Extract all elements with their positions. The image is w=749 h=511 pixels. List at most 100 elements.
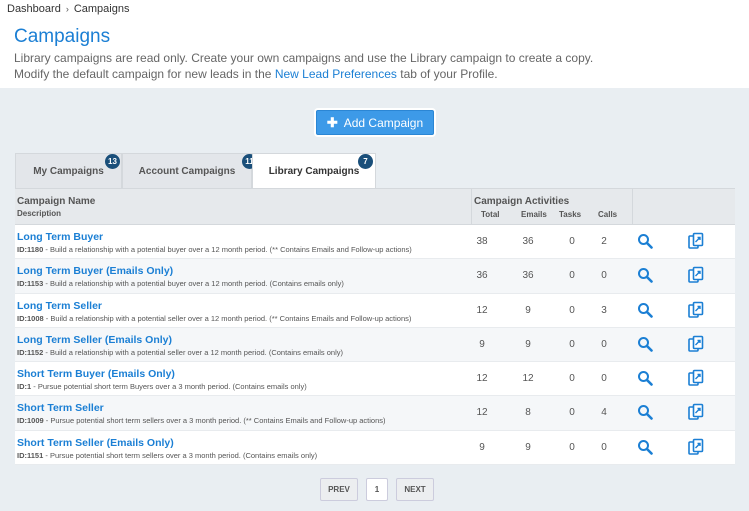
- column-header-name[interactable]: Campaign Name: [17, 196, 95, 207]
- campaign-name-link[interactable]: Short Term Seller (Emails Only): [17, 437, 174, 449]
- campaign-description-text: - Build a relationship with a potential …: [43, 313, 412, 323]
- table-body: Long Term Buyer ID:1180 - Build a relati…: [15, 225, 735, 466]
- campaign-description: ID:1 - Pursue potential short term Buyer…: [17, 382, 307, 391]
- plus-icon: ✚: [326, 114, 338, 130]
- campaign-name-link[interactable]: Long Term Seller: [17, 300, 102, 312]
- tasks-count: 0: [569, 338, 575, 350]
- total-count: 9: [479, 441, 485, 453]
- breadcrumb-separator: ›: [65, 4, 69, 14]
- column-header-calls: Calls: [598, 210, 618, 219]
- total-count: 36: [476, 270, 488, 282]
- search-icon[interactable]: [637, 370, 653, 386]
- search-icon[interactable]: [637, 267, 653, 284]
- page-title: Campaigns: [14, 26, 111, 47]
- description-line-2-start: Modify the default campaign for new lead…: [14, 67, 275, 81]
- total-count: 12: [476, 304, 488, 316]
- campaign-description: ID:1152 - Build a relationship with a po…: [17, 348, 343, 357]
- calls-count: 2: [601, 236, 607, 247]
- emails-count: 9: [525, 338, 531, 350]
- emails-count: 36: [522, 236, 534, 247]
- emails-count: 9: [525, 304, 531, 316]
- campaigns-table: Campaign Name Description Campaign Activ…: [15, 188, 735, 466]
- search-icon[interactable]: [637, 336, 653, 352]
- tasks-count: 0: [569, 270, 575, 282]
- copy-icon[interactable]: [687, 266, 705, 284]
- table-row: Long Term Seller (Emails Only) ID:1152 -…: [15, 327, 735, 363]
- campaign-description-text: - Pursue potential short term sellers ov…: [43, 450, 318, 460]
- breadcrumb-dashboard[interactable]: Dashboard: [7, 3, 61, 15]
- calls-count: 3: [601, 304, 607, 316]
- add-campaign-label: Add Campaign: [343, 115, 424, 130]
- campaign-description-text: - Build a relationship with a potential …: [43, 245, 412, 254]
- tasks-count: 0: [569, 441, 575, 453]
- tab-label: Account Campaigns: [138, 165, 236, 177]
- prev-page-button[interactable]: PREV: [320, 478, 358, 501]
- campaign-name-link[interactable]: Long Term Seller (Emails Only): [17, 334, 172, 346]
- search-icon[interactable]: [637, 404, 653, 421]
- search-icon[interactable]: [637, 439, 653, 455]
- campaign-description: ID:1180 - Build a relationship with a po…: [17, 245, 412, 254]
- tab-account-campaigns[interactable]: Account Campaigns 11: [122, 153, 257, 188]
- column-header-description: Description: [17, 209, 62, 218]
- tab-label: My Campaigns: [33, 165, 104, 177]
- campaign-name-link[interactable]: Long Term Buyer: [17, 231, 103, 243]
- tab-library-campaigns[interactable]: Library Campaigns 7: [252, 153, 376, 188]
- copy-icon[interactable]: [687, 232, 705, 250]
- copy-icon[interactable]: [687, 301, 705, 319]
- table-header: Campaign Name Description Campaign Activ…: [15, 189, 735, 225]
- column-header-activities: Campaign Activities: [474, 196, 570, 207]
- column-header-emails: Emails: [521, 210, 547, 219]
- next-page-button[interactable]: NEXT: [396, 478, 434, 501]
- breadcrumb: Dashboard › Campaigns: [7, 3, 129, 15]
- tab-label: Library Campaigns: [268, 165, 360, 177]
- table-row: Short Term Seller (Emails Only) ID:1151 …: [15, 431, 735, 466]
- copy-icon[interactable]: [687, 438, 705, 456]
- table-row: Short Term Buyer (Emails Only) ID:1 - Pu…: [15, 362, 735, 397]
- emails-count: 8: [525, 407, 531, 419]
- copy-icon[interactable]: [687, 403, 705, 421]
- tab-my-campaigns[interactable]: My Campaigns 13: [15, 153, 122, 188]
- table-row: Long Term Buyer ID:1180 - Build a relati…: [15, 225, 735, 260]
- calls-count: 0: [601, 373, 607, 385]
- campaign-name-link[interactable]: Short Term Buyer (Emails Only): [17, 368, 175, 380]
- column-header-total: Total: [481, 210, 500, 219]
- campaign-description-text: - Build a relationship with a potential …: [43, 279, 344, 289]
- total-count: 9: [479, 338, 485, 350]
- campaign-name-link[interactable]: Short Term Seller: [17, 402, 104, 414]
- emails-count: 12: [522, 373, 534, 385]
- page-description: Library campaigns are read only. Create …: [14, 50, 593, 82]
- tasks-count: 0: [569, 236, 575, 247]
- campaign-id: ID:1008: [17, 313, 44, 323]
- calls-count: 4: [601, 407, 607, 419]
- calls-count: 0: [601, 441, 607, 453]
- add-campaign-button[interactable]: ✚ Add Campaign: [316, 110, 434, 135]
- campaign-id: ID:1: [17, 382, 32, 392]
- column-header-tasks: Tasks: [559, 210, 582, 219]
- emails-count: 9: [525, 441, 531, 453]
- count-badge: 13: [105, 154, 120, 169]
- table-row: Long Term Buyer (Emails Only) ID:1153 - …: [15, 259, 735, 294]
- campaign-name-link[interactable]: Long Term Buyer (Emails Only): [17, 265, 173, 277]
- column-divider: [632, 189, 633, 225]
- tasks-count: 0: [569, 407, 575, 419]
- total-count: 12: [476, 373, 488, 385]
- campaign-description: ID:1008 - Build a relationship with a po…: [17, 314, 411, 323]
- copy-icon[interactable]: [687, 335, 705, 353]
- campaign-id: ID:1180: [17, 245, 44, 254]
- table-row: Short Term Seller ID:1009 - Pursue poten…: [15, 396, 735, 431]
- campaign-description-text: - Pursue potential short term Buyers ove…: [31, 382, 307, 392]
- description-line-1: Library campaigns are read only. Create …: [14, 51, 594, 65]
- table-row: Long Term Seller ID:1008 - Build a relat…: [15, 294, 735, 328]
- page-1-button[interactable]: 1: [366, 478, 388, 501]
- tasks-count: 0: [569, 373, 575, 385]
- new-lead-preferences-link[interactable]: New Lead Preferences: [275, 67, 397, 81]
- description-line-2: Modify the default campaign for new lead…: [14, 66, 593, 82]
- total-count: 38: [476, 236, 488, 247]
- total-count: 12: [476, 407, 488, 419]
- campaign-description: ID:1153 - Build a relationship with a po…: [17, 279, 344, 288]
- search-icon[interactable]: [637, 233, 653, 249]
- calls-count: 0: [601, 270, 607, 282]
- search-icon[interactable]: [637, 302, 653, 318]
- breadcrumb-current: Campaigns: [73, 3, 130, 15]
- copy-icon[interactable]: [687, 369, 705, 387]
